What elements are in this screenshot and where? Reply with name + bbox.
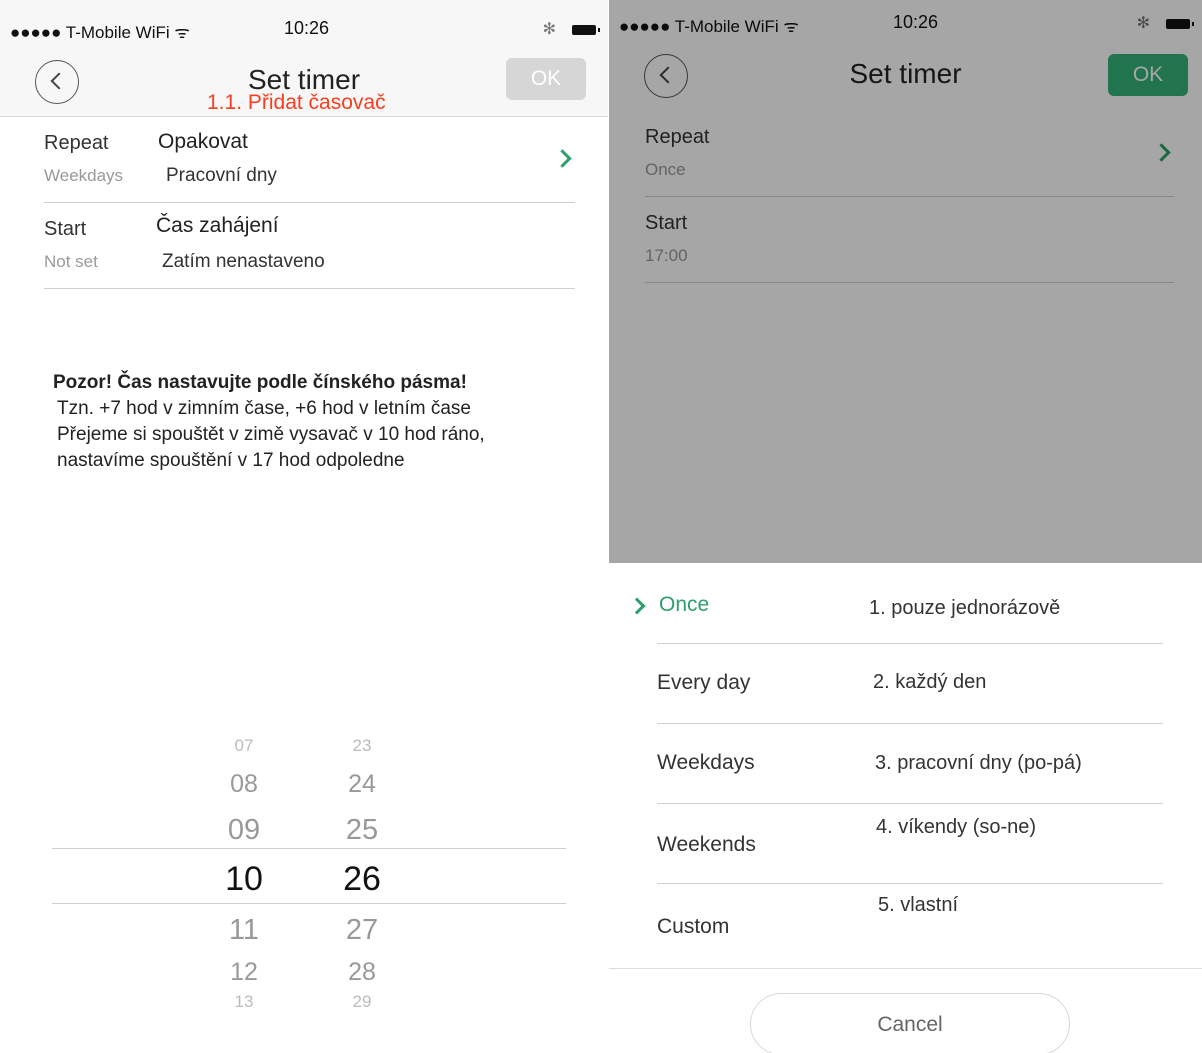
repeat-option[interactable]: Weekends 4. víkendy (so-ne) — [657, 803, 1163, 884]
note-line: Tzn. +7 hod v zimním čase, +6 hod v letn… — [57, 398, 471, 419]
picker-minute[interactable]: 25 — [332, 814, 392, 847]
status-time: 10:26 — [284, 18, 330, 38]
picker-hour[interactable]: 11 — [214, 914, 274, 947]
picker-divider — [52, 848, 566, 849]
picker-minute[interactable]: 26 — [332, 860, 392, 899]
repeat-option[interactable]: Every day 2. každý den — [657, 643, 1163, 724]
picker-minute[interactable]: 29 — [332, 992, 392, 1012]
left-screen: ●●●●● T-Mobile WiFi ᯤ 10:26 ✻ Set timer … — [0, 0, 608, 1053]
start-cz-value: Zatím nenastaveno — [162, 251, 325, 272]
option-cz-label: 5. vlastní — [878, 894, 959, 916]
picker-hour[interactable]: 07 — [214, 736, 274, 756]
note-heading: Pozor! Čas nastavujte podle čínského pás… — [53, 372, 467, 393]
cancel-button[interactable]: Cancel — [750, 993, 1070, 1053]
note-line: nastavíme spouštění v 17 hod odpoledne — [57, 450, 405, 471]
repeat-cz-value: Pracovní dny — [166, 165, 277, 186]
battery-icon — [572, 25, 600, 35]
picker-minute[interactable]: 28 — [332, 958, 392, 987]
picker-hour[interactable]: 13 — [214, 992, 274, 1012]
picker-hour[interactable]: 09 — [214, 814, 274, 847]
option-cz-label: 4. víkendy (so-ne) — [876, 816, 1037, 838]
picker-hour[interactable]: 12 — [214, 958, 274, 987]
picker-hour[interactable]: 08 — [214, 770, 274, 799]
right-screen: ●●●●● T-Mobile WiFi ᯤ 10:26 ✻ Set timer … — [609, 0, 1202, 1053]
picker-minute[interactable]: 27 — [332, 914, 392, 947]
option-label: Custom — [657, 915, 730, 938]
repeat-option[interactable]: Weekdays 3. pracovní dny (po-pá) — [657, 723, 1163, 804]
modal-overlay[interactable] — [609, 0, 1202, 563]
start-value: Not set — [44, 252, 98, 271]
repeat-option[interactable]: Once 1. pouze jednorázově — [628, 563, 1163, 644]
start-cz-label: Čas zahájení — [156, 214, 279, 237]
status-bar: ●●●●● T-Mobile WiFi ᯤ 10:26 ✻ — [0, 0, 608, 42]
ok-button[interactable]: OK — [506, 58, 586, 100]
repeat-option[interactable]: Custom 5. vlastní — [657, 883, 1163, 963]
picker-divider — [52, 903, 566, 904]
carrier-label: ●●●●● T-Mobile WiFi ᯤ — [10, 23, 190, 42]
picker-hour[interactable]: 10 — [214, 860, 274, 899]
selected-chevron-icon — [628, 597, 646, 615]
note-line: Přejeme si spouštět v zimě vysavač v 10 … — [57, 424, 485, 445]
option-label: Weekdays — [657, 751, 755, 774]
picker-minute[interactable]: 24 — [332, 770, 392, 799]
picker-minute[interactable]: 23 — [332, 736, 392, 756]
repeat-cz-label: Opakovat — [158, 130, 248, 153]
nav-bar: Set timer 1.1. Přidat časovač OK — [0, 42, 608, 117]
timezone-note: Pozor! Čas nastavujte podle čínského pás… — [53, 370, 485, 474]
option-label: Weekends — [657, 833, 756, 856]
start-label: Start — [44, 218, 87, 240]
repeat-label: Repeat — [44, 132, 109, 154]
time-picker[interactable]: 07 08 09 10 11 12 13 23 24 25 26 27 28 29 — [52, 730, 566, 1020]
option-label: Every day — [657, 671, 751, 694]
annotation-label: 1.1. Přidat časovač — [207, 91, 386, 114]
option-cz-label: 1. pouze jednorázově — [869, 597, 1061, 619]
start-row[interactable]: Start Not set Čas zahájení Zatím nenasta… — [44, 202, 575, 289]
repeat-value: Weekdays — [44, 166, 124, 185]
option-cz-label: 2. každý den — [873, 671, 987, 693]
repeat-options-sheet: Once 1. pouze jednorázově Every day 2. každ… — [609, 563, 1202, 969]
repeat-row[interactable]: Repeat Weekdays Opakovat Pracovní dny — [44, 116, 575, 203]
option-cz-label: 3. pracovní dny (po-pá) — [875, 752, 1082, 774]
option-label: Once — [659, 593, 710, 616]
bluetooth-icon: ✻ — [542, 21, 556, 38]
chevron-right-icon — [553, 149, 572, 168]
